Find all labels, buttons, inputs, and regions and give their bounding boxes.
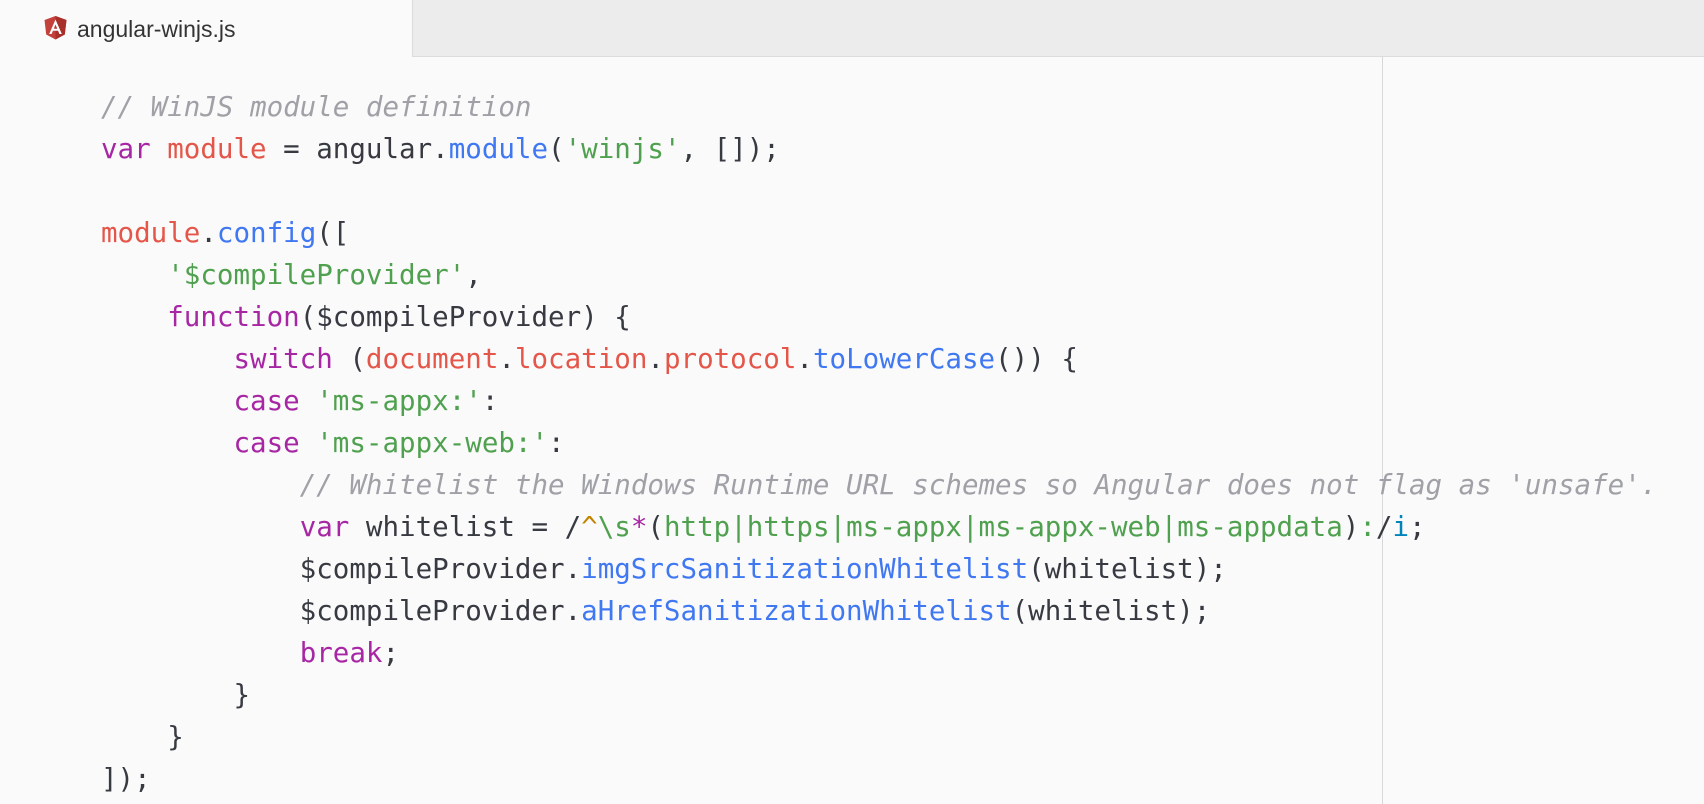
code-token: ( xyxy=(332,343,366,375)
code-token: case xyxy=(233,385,300,417)
code-token: 'winjs' xyxy=(564,133,681,165)
code-line: var whitelist = /^\s*(http|https|ms-appx… xyxy=(101,506,1657,548)
code-token: : xyxy=(548,427,565,459)
code-token: } xyxy=(101,679,251,711)
code-token: = angular. xyxy=(266,133,449,165)
code-token: aHrefSanitizationWhitelist xyxy=(581,595,1012,627)
tab-label: angular-winjs.js xyxy=(77,16,236,42)
code-token: ) xyxy=(1342,511,1360,543)
code-token: // Whitelist the Windows Runtime URL sch… xyxy=(299,469,1658,501)
code-line: $compileProvider.aHrefSanitizationWhitel… xyxy=(101,590,1657,632)
code-token: . xyxy=(647,343,664,375)
code-token: , []); xyxy=(680,133,780,165)
tab-angular-winjs[interactable]: angular-winjs.js xyxy=(0,0,413,58)
code-token: i xyxy=(1392,511,1410,543)
code-token: whitelist = / xyxy=(349,511,582,543)
code-token: ([ xyxy=(316,217,350,249)
code-line: ]); xyxy=(101,758,1657,800)
code-line: module.config([ xyxy=(101,212,1657,254)
code-content[interactable]: // WinJS module definition var module = a… xyxy=(101,86,1657,800)
code-token: module xyxy=(101,217,201,249)
code-line: break; xyxy=(101,632,1657,674)
code-token: break xyxy=(299,637,383,669)
code-line: } xyxy=(101,716,1657,758)
code-editor[interactable]: // WinJS module definition var module = a… xyxy=(0,57,1704,804)
code-token: \s xyxy=(597,511,631,543)
code-token: location xyxy=(514,343,648,375)
code-token: var xyxy=(101,133,151,165)
code-line: switch (document.location.protocol.toLow… xyxy=(101,338,1657,380)
code-token: config xyxy=(216,217,317,249)
code-token: ]); xyxy=(101,763,151,795)
code-line: case 'ms-appx:': xyxy=(101,380,1657,422)
code-token: , xyxy=(465,259,482,291)
code-token: case xyxy=(233,427,300,459)
code-token: (whitelist); xyxy=(1028,553,1227,585)
code-token: } xyxy=(101,721,184,753)
code-token: ()) { xyxy=(995,343,1078,375)
code-line: '$compileProvider', xyxy=(101,254,1657,296)
code-token: ( xyxy=(647,511,664,543)
code-token: function xyxy=(167,301,300,333)
code-token: $compileProvider. xyxy=(101,553,582,585)
code-token: ; xyxy=(1409,511,1426,543)
code-line: $compileProvider.imgSrcSanitizationWhite… xyxy=(101,548,1657,590)
code-line: var module = angular.module('winjs', [])… xyxy=(101,128,1657,170)
code-token: : xyxy=(481,385,499,417)
angular-icon xyxy=(43,15,68,40)
code-token: switch xyxy=(233,343,333,375)
code-line: // WinJS module definition xyxy=(101,86,1657,128)
code-token: module xyxy=(448,133,549,165)
tab-bar: angular-winjs.js xyxy=(0,0,1704,58)
code-token: toLowerCase xyxy=(812,343,996,375)
code-token: document xyxy=(365,343,499,375)
code-line: function($compileProvider) { xyxy=(101,296,1657,338)
code-token: : xyxy=(1359,511,1376,543)
code-token: * xyxy=(630,511,648,543)
code-line: // Whitelist the Windows Runtime URL sch… xyxy=(101,464,1658,506)
code-token: / xyxy=(1375,511,1393,543)
code-token: ^ xyxy=(581,511,598,543)
code-token: module xyxy=(167,133,267,165)
code-token: // WinJS module definition xyxy=(101,91,532,123)
code-line: case 'ms-appx-web:': xyxy=(101,422,1657,464)
code-token: . xyxy=(498,343,515,375)
code-token: (whitelist); xyxy=(1011,595,1211,627)
code-token: var xyxy=(299,511,350,543)
code-token: imgSrcSanitizationWhitelist xyxy=(581,553,1029,585)
code-line: } xyxy=(101,674,1657,716)
code-token: 'ms-appx-web:' xyxy=(316,427,549,459)
code-token: . xyxy=(796,343,813,375)
code-token: protocol xyxy=(663,343,797,375)
code-token: ; xyxy=(382,637,400,669)
code-token: 'ms-appx:' xyxy=(316,385,482,417)
code-token: '$compileProvider' xyxy=(167,259,466,291)
code-token: http|https|ms-appx|ms-appx-web|ms-appdat… xyxy=(663,511,1343,543)
code-token: $compileProvider. xyxy=(101,595,582,627)
code-token: ($compileProvider) { xyxy=(299,301,631,333)
code-token: . xyxy=(200,217,217,249)
code-token: ( xyxy=(548,133,565,165)
